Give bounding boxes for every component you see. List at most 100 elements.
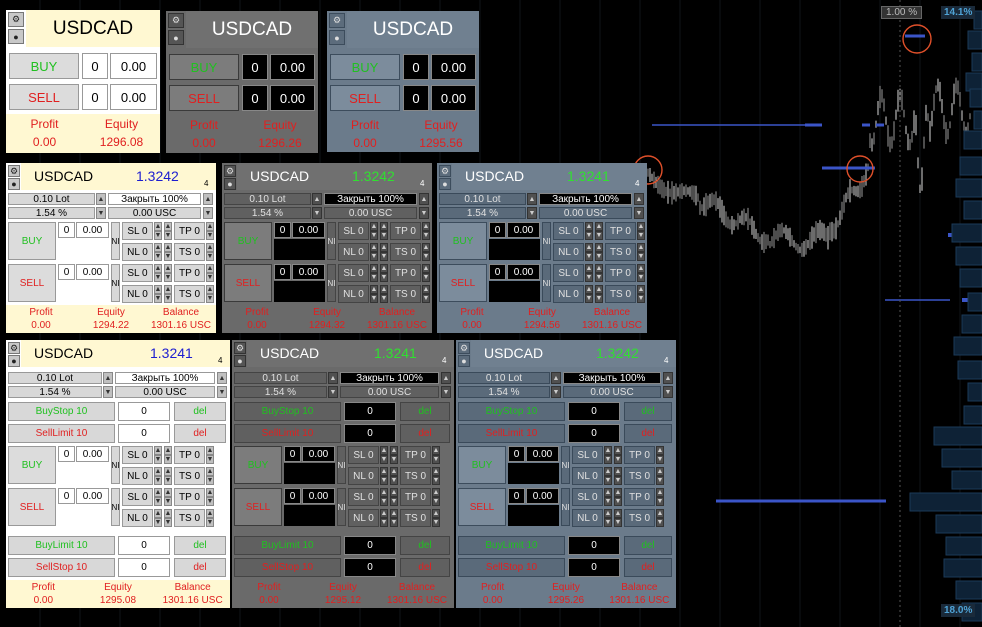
buylimit-button[interactable]: BuyLimit 10	[234, 536, 341, 555]
spin-down-icon[interactable]: ▼	[656, 455, 664, 464]
spin-down-icon[interactable]: ▼	[164, 518, 172, 527]
buy-price-field[interactable]: 0.00	[270, 54, 315, 80]
lot-size-field[interactable]: 0.10 Lot	[224, 193, 311, 205]
spin-icon[interactable]: ▲	[96, 193, 106, 205]
spin-up-icon[interactable]: ▲	[595, 264, 603, 273]
spin-up-icon[interactable]: ▲	[206, 264, 214, 273]
ni-toggle[interactable]: NI	[327, 222, 336, 260]
spin-up-icon[interactable]: ▲	[206, 222, 214, 231]
sell-button[interactable]: SELL	[8, 488, 56, 526]
buylimit-distance-field[interactable]: 0	[118, 536, 170, 555]
spin-up-icon[interactable]: ▲	[422, 264, 430, 273]
drop-icon[interactable]: ●	[458, 355, 470, 367]
nl-button[interactable]: NL 0	[122, 285, 153, 303]
spin-down-icon[interactable]: ▼	[164, 476, 172, 485]
sell-price-field[interactable]: 0.00	[110, 84, 157, 110]
spin-down-icon[interactable]: ▼	[206, 294, 214, 303]
spin-up-icon[interactable]: ▲	[154, 467, 162, 476]
dropdown-icon[interactable]: ▼	[328, 386, 338, 398]
spin-up-icon[interactable]: ▲	[595, 222, 603, 231]
spin-icon[interactable]: ▲	[634, 193, 644, 205]
spin-down-icon[interactable]: ▼	[154, 294, 162, 303]
buy-price-field[interactable]: 0.00	[526, 446, 559, 462]
spin-up-icon[interactable]: ▲	[432, 488, 440, 497]
spin-down-icon[interactable]: ▼	[154, 231, 162, 240]
sl-button[interactable]: SL 0	[338, 222, 369, 240]
spin-down-icon[interactable]: ▼	[585, 294, 593, 303]
drop-icon[interactable]: ●	[8, 29, 24, 44]
settings-icon[interactable]: ⚙	[439, 165, 451, 177]
spin-up-icon[interactable]: ▲	[637, 264, 645, 273]
sell-button[interactable]: SELL	[330, 85, 400, 111]
dropdown-icon[interactable]: ▼	[103, 386, 113, 398]
spin-down-icon[interactable]: ▼	[637, 273, 645, 282]
ts-button[interactable]: TS 0	[390, 243, 421, 261]
drop-icon[interactable]: ●	[8, 355, 20, 367]
spin-down-icon[interactable]: ▼	[370, 231, 378, 240]
spin-up-icon[interactable]: ▲	[637, 285, 645, 294]
spin-up-icon[interactable]: ▲	[637, 222, 645, 231]
buy-button[interactable]: BUY	[8, 446, 56, 484]
spin-down-icon[interactable]: ▼	[154, 497, 162, 506]
buy-button[interactable]: BUY	[8, 222, 56, 260]
spin-up-icon[interactable]: ▲	[656, 488, 664, 497]
spin-down-icon[interactable]: ▼	[380, 273, 388, 282]
buy-lots-field[interactable]: 0	[403, 54, 429, 80]
spin-down-icon[interactable]: ▼	[164, 497, 172, 506]
buy-price-field[interactable]: 0.00	[76, 446, 109, 462]
drop-icon[interactable]: ●	[329, 30, 345, 45]
spin-down-icon[interactable]: ▼	[164, 231, 172, 240]
spin-down-icon[interactable]: ▼	[380, 497, 388, 506]
risk-percent-field[interactable]: 1.54 %	[234, 386, 327, 398]
selllimit-delete-button[interactable]: del	[174, 424, 226, 443]
sell-button[interactable]: SELL	[439, 264, 487, 302]
spin-up-icon[interactable]: ▲	[164, 467, 172, 476]
buy-lots-field[interactable]: 0	[489, 222, 506, 238]
buystop-button[interactable]: BuyStop 10	[234, 402, 341, 421]
ni-toggle[interactable]: NI	[542, 264, 551, 302]
spin-up-icon[interactable]: ▲	[390, 467, 398, 476]
sl-button[interactable]: SL 0	[572, 488, 603, 506]
tp-button[interactable]: TP 0	[174, 264, 205, 282]
nl-button[interactable]: NL 0	[338, 243, 369, 261]
spin-up-icon[interactable]: ▲	[370, 264, 378, 273]
lot-size-field[interactable]: 0.10 Lot	[458, 372, 550, 384]
sell-lots-field[interactable]: 0	[489, 264, 506, 280]
sellstop-button[interactable]: SellStop 10	[234, 558, 341, 577]
dropdown-icon[interactable]: ▼	[419, 207, 429, 219]
buy-lots-field[interactable]: 0	[274, 222, 291, 238]
spin-down-icon[interactable]: ▼	[585, 252, 593, 261]
spin-down-icon[interactable]: ▼	[595, 273, 603, 282]
sell-button[interactable]: SELL	[224, 264, 272, 302]
spin-up-icon[interactable]: ▲	[585, 264, 593, 273]
spin-down-icon[interactable]: ▼	[154, 455, 162, 464]
spin-up-icon[interactable]: ▲	[380, 264, 388, 273]
ni-toggle[interactable]: NI	[337, 446, 346, 484]
settings-icon[interactable]: ⚙	[8, 165, 20, 177]
lot-size-field[interactable]: 0.10 Lot	[439, 193, 526, 205]
buylimit-distance-field[interactable]: 0	[568, 536, 620, 555]
drop-icon[interactable]: ●	[168, 30, 184, 45]
tp-button[interactable]: TP 0	[174, 488, 205, 506]
spin-down-icon[interactable]: ▼	[380, 231, 388, 240]
sell-price-field[interactable]: 0.00	[526, 488, 559, 504]
selllimit-delete-button[interactable]: del	[624, 424, 672, 443]
spin-up-icon[interactable]: ▲	[206, 243, 214, 252]
spin-down-icon[interactable]: ▼	[206, 497, 214, 506]
spin-up-icon[interactable]: ▲	[206, 488, 214, 497]
sellstop-button[interactable]: SellStop 10	[458, 558, 565, 577]
sellstop-distance-field[interactable]: 0	[568, 558, 620, 577]
buy-button[interactable]: BUY	[169, 54, 239, 80]
spin-down-icon[interactable]: ▼	[595, 252, 603, 261]
spin-down-icon[interactable]: ▼	[380, 476, 388, 485]
spin-down-icon[interactable]: ▼	[370, 273, 378, 282]
spin-up-icon[interactable]: ▲	[656, 467, 664, 476]
buylimit-button[interactable]: BuyLimit 10	[8, 536, 115, 555]
settings-icon[interactable]: ⚙	[224, 165, 236, 177]
sl-button[interactable]: SL 0	[338, 264, 369, 282]
nl-button[interactable]: NL 0	[122, 243, 153, 261]
nl-button[interactable]: NL 0	[338, 285, 369, 303]
spin-down-icon[interactable]: ▼	[390, 455, 398, 464]
sl-button[interactable]: SL 0	[348, 488, 379, 506]
spin-down-icon[interactable]: ▼	[370, 252, 378, 261]
